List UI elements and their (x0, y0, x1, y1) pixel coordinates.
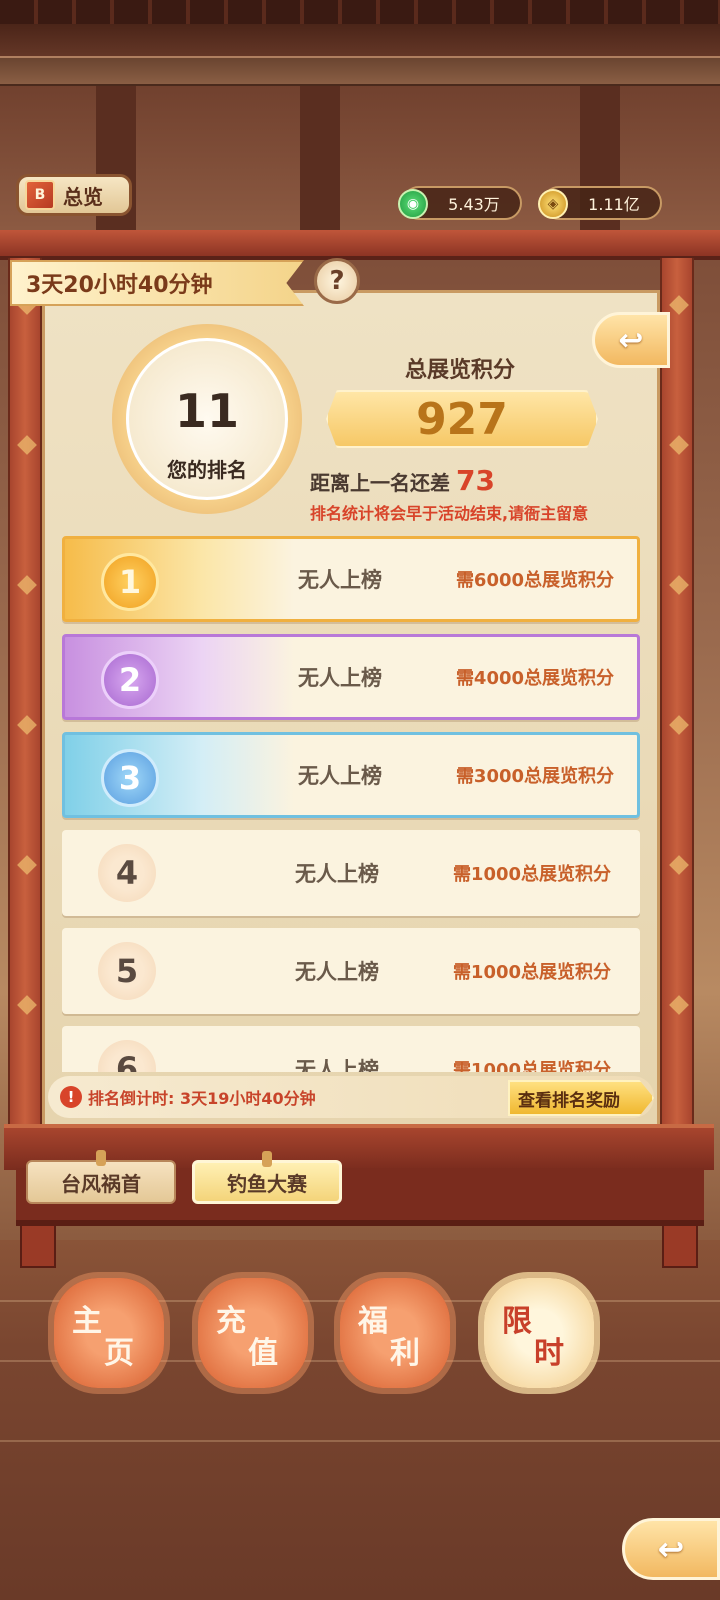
nav-char-bottom: 值 (248, 1336, 278, 1371)
floor-line (0, 1440, 720, 1442)
tag-hook (96, 1150, 106, 1166)
ranking-requirement: 需1000总展览积分 (452, 864, 612, 885)
rank-badge: 5 (98, 942, 156, 1000)
ranking-player-name: 无人上榜 (295, 960, 379, 984)
my-rank-label: 您的排名 (167, 458, 247, 482)
nav-recharge[interactable]: 充 值 (198, 1278, 308, 1388)
board-leg (662, 1224, 698, 1268)
ranking-notice: 排名统计将会早于活动结束,请衙主留意 (310, 504, 589, 523)
ranking-requirement: 需6000总展览积分 (455, 570, 615, 591)
pillar-ornament (669, 435, 689, 455)
board-leg (20, 1224, 56, 1268)
event-timer-banner: 3天20小时40分钟 (10, 260, 304, 306)
overview-button[interactable]: B 总览 (16, 174, 132, 216)
rank-badge-blue: 3 (101, 749, 159, 807)
pillar-ornament (669, 295, 689, 315)
board-right-pillar (660, 258, 694, 1138)
copper-currency-value: 1.11亿 (588, 195, 640, 214)
rank-badge: 4 (98, 844, 156, 902)
jade-currency-value: 5.43万 (448, 195, 500, 214)
ranking-requirement: 需1000总展览积分 (452, 1060, 612, 1072)
rank-badge: 6 (98, 1040, 156, 1072)
book-icon: B (25, 180, 55, 210)
gap-label: 距离上一名还差 (310, 471, 450, 495)
jade-coin-icon: ◉ (398, 189, 428, 219)
pillar-ornament (669, 855, 689, 875)
ranking-player-name: 无人上榜 (295, 1058, 379, 1072)
ranking-list[interactable]: 1 无人上榜 需6000总展览积分 2 无人上榜 需4000总展览积分 3 无人… (58, 528, 648, 1072)
gap-to-previous: 距离上一名还差 73 (310, 464, 495, 497)
nav-home[interactable]: 主 页 (54, 1278, 164, 1388)
ranking-row-3: 3 无人上榜 需3000总展览积分 (62, 732, 640, 818)
copper-currency: ◈ 1.11亿 (538, 186, 662, 220)
pillar-ornament (17, 575, 37, 595)
rank-badge-gold: 1 (101, 553, 159, 611)
back-arrow-icon: ↩ (657, 1530, 685, 1568)
tab-label: 钓鱼大赛 (227, 1171, 307, 1196)
nav-limited-time[interactable]: 限 时 (484, 1278, 594, 1388)
gap-value: 73 (456, 464, 495, 497)
ranking-row-2: 2 无人上榜 需4000总展览积分 (62, 634, 640, 720)
pillar-ornament (669, 715, 689, 735)
wooden-beam (0, 56, 720, 86)
ranking-requirement: 需3000总展览积分 (455, 766, 615, 787)
tag-hook (262, 1151, 272, 1167)
board-roof (0, 230, 720, 260)
nav-welfare[interactable]: 福 利 (340, 1278, 450, 1388)
pillar-ornament (17, 715, 37, 735)
warning-icon: ! (60, 1086, 82, 1108)
pillar-ornament (17, 855, 37, 875)
ranking-row-6: 6 无人上榜 需1000总展览积分 (62, 1026, 640, 1072)
tab-typhoon-culprit[interactable]: 台风祸首 (26, 1150, 176, 1204)
nav-char-top: 主 (72, 1304, 102, 1339)
overview-label: 总览 (63, 184, 103, 209)
board-left-pillar (8, 258, 42, 1138)
pillar-ornament (669, 995, 689, 1015)
pillar-ornament (669, 575, 689, 595)
roof-eave (0, 0, 720, 24)
back-button-top[interactable]: ↩ (592, 312, 670, 368)
ranking-requirement: 需4000总展览积分 (455, 668, 615, 689)
total-score-value: 927 (326, 390, 598, 448)
tab-fishing-contest[interactable]: 钓鱼大赛 (192, 1151, 342, 1204)
nav-char-top: 福 (358, 1304, 388, 1339)
nav-char-bottom: 页 (104, 1336, 134, 1371)
tab-label: 台风祸首 (61, 1171, 141, 1196)
ranking-player-name: 无人上榜 (298, 666, 382, 690)
ranking-player-name: 无人上榜 (298, 764, 382, 788)
jade-currency: ◉ 5.43万 (398, 186, 522, 220)
nav-char-bottom: 利 (390, 1336, 420, 1371)
view-rewards-button[interactable]: 查看排名奖励 (508, 1080, 654, 1116)
ranking-row-5: 5 无人上榜 需1000总展览积分 (62, 928, 640, 1014)
ranking-requirement: 需1000总展览积分 (452, 962, 612, 983)
ranking-player-name: 无人上榜 (295, 862, 379, 886)
back-button-bottom[interactable]: ↩ (622, 1518, 720, 1580)
countdown-text: 排名倒计时: 3天19小时40分钟 (88, 1089, 316, 1108)
back-arrow-icon: ↩ (618, 322, 644, 358)
background-pillar (300, 86, 340, 236)
pillar-ornament (17, 995, 37, 1015)
total-score-title: 总展览积分 (404, 358, 515, 383)
pillar-ornament (17, 435, 37, 455)
nav-char-top: 限 (502, 1304, 532, 1339)
copper-coin-icon: ◈ (538, 189, 568, 219)
ranking-row-4: 4 无人上榜 需1000总展览积分 (62, 830, 640, 916)
ranking-player-name: 无人上榜 (298, 568, 382, 592)
ranking-row-1: 1 无人上榜 需6000总展览积分 (62, 536, 640, 622)
nav-char-bottom: 时 (534, 1336, 564, 1371)
help-icon[interactable]: ? (314, 258, 360, 304)
rank-badge-purple: 2 (101, 651, 159, 709)
my-rank-medallion: 11 您的排名 (112, 324, 302, 514)
nav-char-top: 充 (216, 1304, 246, 1339)
my-rank-value: 11 (174, 384, 239, 438)
